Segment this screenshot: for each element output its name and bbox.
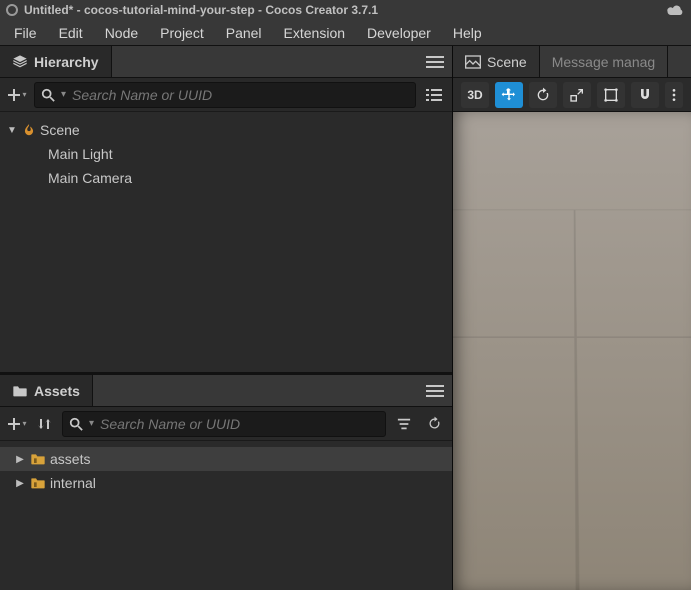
menu-bar: File Edit Node Project Panel Extension D… [0, 20, 691, 46]
tree-row-scene[interactable]: ▼ Scene [0, 118, 452, 142]
tab-message-manager-label: Message manag [552, 54, 656, 70]
add-asset-button[interactable]: ▾ [6, 412, 28, 436]
scene-toolbar: 3D [453, 78, 691, 112]
hierarchy-tree[interactable]: ▼ Scene Main Light Main Camera [0, 112, 452, 372]
menu-project[interactable]: Project [150, 21, 214, 45]
window-title: Untitled* - cocos-tutorial-mind-your-ste… [24, 3, 378, 17]
scene-viewport[interactable] [453, 112, 691, 590]
scene-tabbar: Scene Message manag [453, 46, 691, 78]
assets-filter-button[interactable] [392, 412, 416, 436]
hierarchy-panel-menu[interactable] [418, 46, 452, 77]
app-icon [6, 4, 18, 16]
assets-panel-menu[interactable] [418, 375, 452, 406]
move-tool-button[interactable] [495, 82, 523, 108]
window-titlebar: Untitled* - cocos-tutorial-mind-your-ste… [0, 0, 691, 20]
tree-row-main-light[interactable]: Main Light [0, 142, 452, 166]
rotate-tool-button[interactable] [529, 82, 557, 108]
tree-row-label: Main Light [46, 146, 113, 162]
tab-hierarchy-label: Hierarchy [34, 54, 99, 70]
tree-row-assets-folder[interactable]: ▶ assets [0, 447, 452, 471]
assets-tabbar: Assets [0, 375, 452, 407]
add-node-button[interactable]: ▾ [6, 83, 28, 107]
scene-icon [22, 123, 36, 137]
chevron-down-icon[interactable]: ▾ [89, 418, 94, 429]
tree-row-label: assets [48, 451, 90, 467]
tree-row-label: internal [48, 475, 96, 491]
assets-search[interactable]: ▾ [62, 411, 386, 437]
tab-scene-label: Scene [487, 54, 527, 70]
scale-tool-button[interactable] [563, 82, 591, 108]
chevron-right-icon[interactable]: ▶ [12, 478, 28, 489]
assets-tree[interactable]: ▶ assets ▶ internal [0, 441, 452, 590]
layers-icon [12, 54, 28, 70]
tree-row-label: Main Camera [46, 170, 132, 186]
search-icon [41, 88, 55, 102]
assets-toolbar: ▾ ▾ [0, 407, 452, 441]
tree-row-label: Scene [38, 122, 80, 138]
menu-panel[interactable]: Panel [216, 21, 272, 45]
db-folder-icon [30, 452, 46, 466]
chevron-right-icon[interactable]: ▶ [12, 454, 28, 465]
hierarchy-tabbar: Hierarchy [0, 46, 452, 78]
search-icon [69, 417, 83, 431]
tab-assets-label: Assets [34, 383, 80, 399]
assets-search-input[interactable] [100, 416, 379, 432]
menu-developer[interactable]: Developer [357, 21, 441, 45]
chevron-down-icon[interactable]: ▼ [4, 125, 20, 136]
hierarchy-toolbar: ▾ ▾ [0, 78, 452, 112]
more-tools-button[interactable] [665, 82, 683, 108]
menu-node[interactable]: Node [95, 21, 148, 45]
cloud-icon[interactable] [665, 3, 685, 17]
snap-tool-button[interactable] [631, 82, 659, 108]
tab-hierarchy[interactable]: Hierarchy [0, 46, 112, 77]
folder-icon [12, 384, 28, 398]
tree-row-main-camera[interactable]: Main Camera [0, 166, 452, 190]
db-folder-icon [30, 476, 46, 490]
scene-3d-toggle[interactable]: 3D [461, 82, 489, 108]
assets-sort-button[interactable] [34, 412, 56, 436]
menu-help[interactable]: Help [443, 21, 492, 45]
menu-edit[interactable]: Edit [49, 21, 93, 45]
assets-refresh-button[interactable] [422, 412, 446, 436]
menu-file[interactable]: File [4, 21, 47, 45]
hierarchy-search[interactable]: ▾ [34, 82, 416, 108]
tree-row-internal-folder[interactable]: ▶ internal [0, 471, 452, 495]
menu-extension[interactable]: Extension [274, 21, 355, 45]
hierarchy-list-mode-button[interactable] [422, 83, 446, 107]
scene-view-icon [465, 55, 481, 69]
hierarchy-search-input[interactable] [72, 87, 409, 103]
rect-tool-button[interactable] [597, 82, 625, 108]
tab-message-manager[interactable]: Message manag [540, 46, 669, 77]
tab-assets[interactable]: Assets [0, 375, 93, 406]
tab-scene[interactable]: Scene [453, 46, 540, 77]
viewport-vignette [453, 112, 691, 590]
chevron-down-icon[interactable]: ▾ [61, 89, 66, 100]
